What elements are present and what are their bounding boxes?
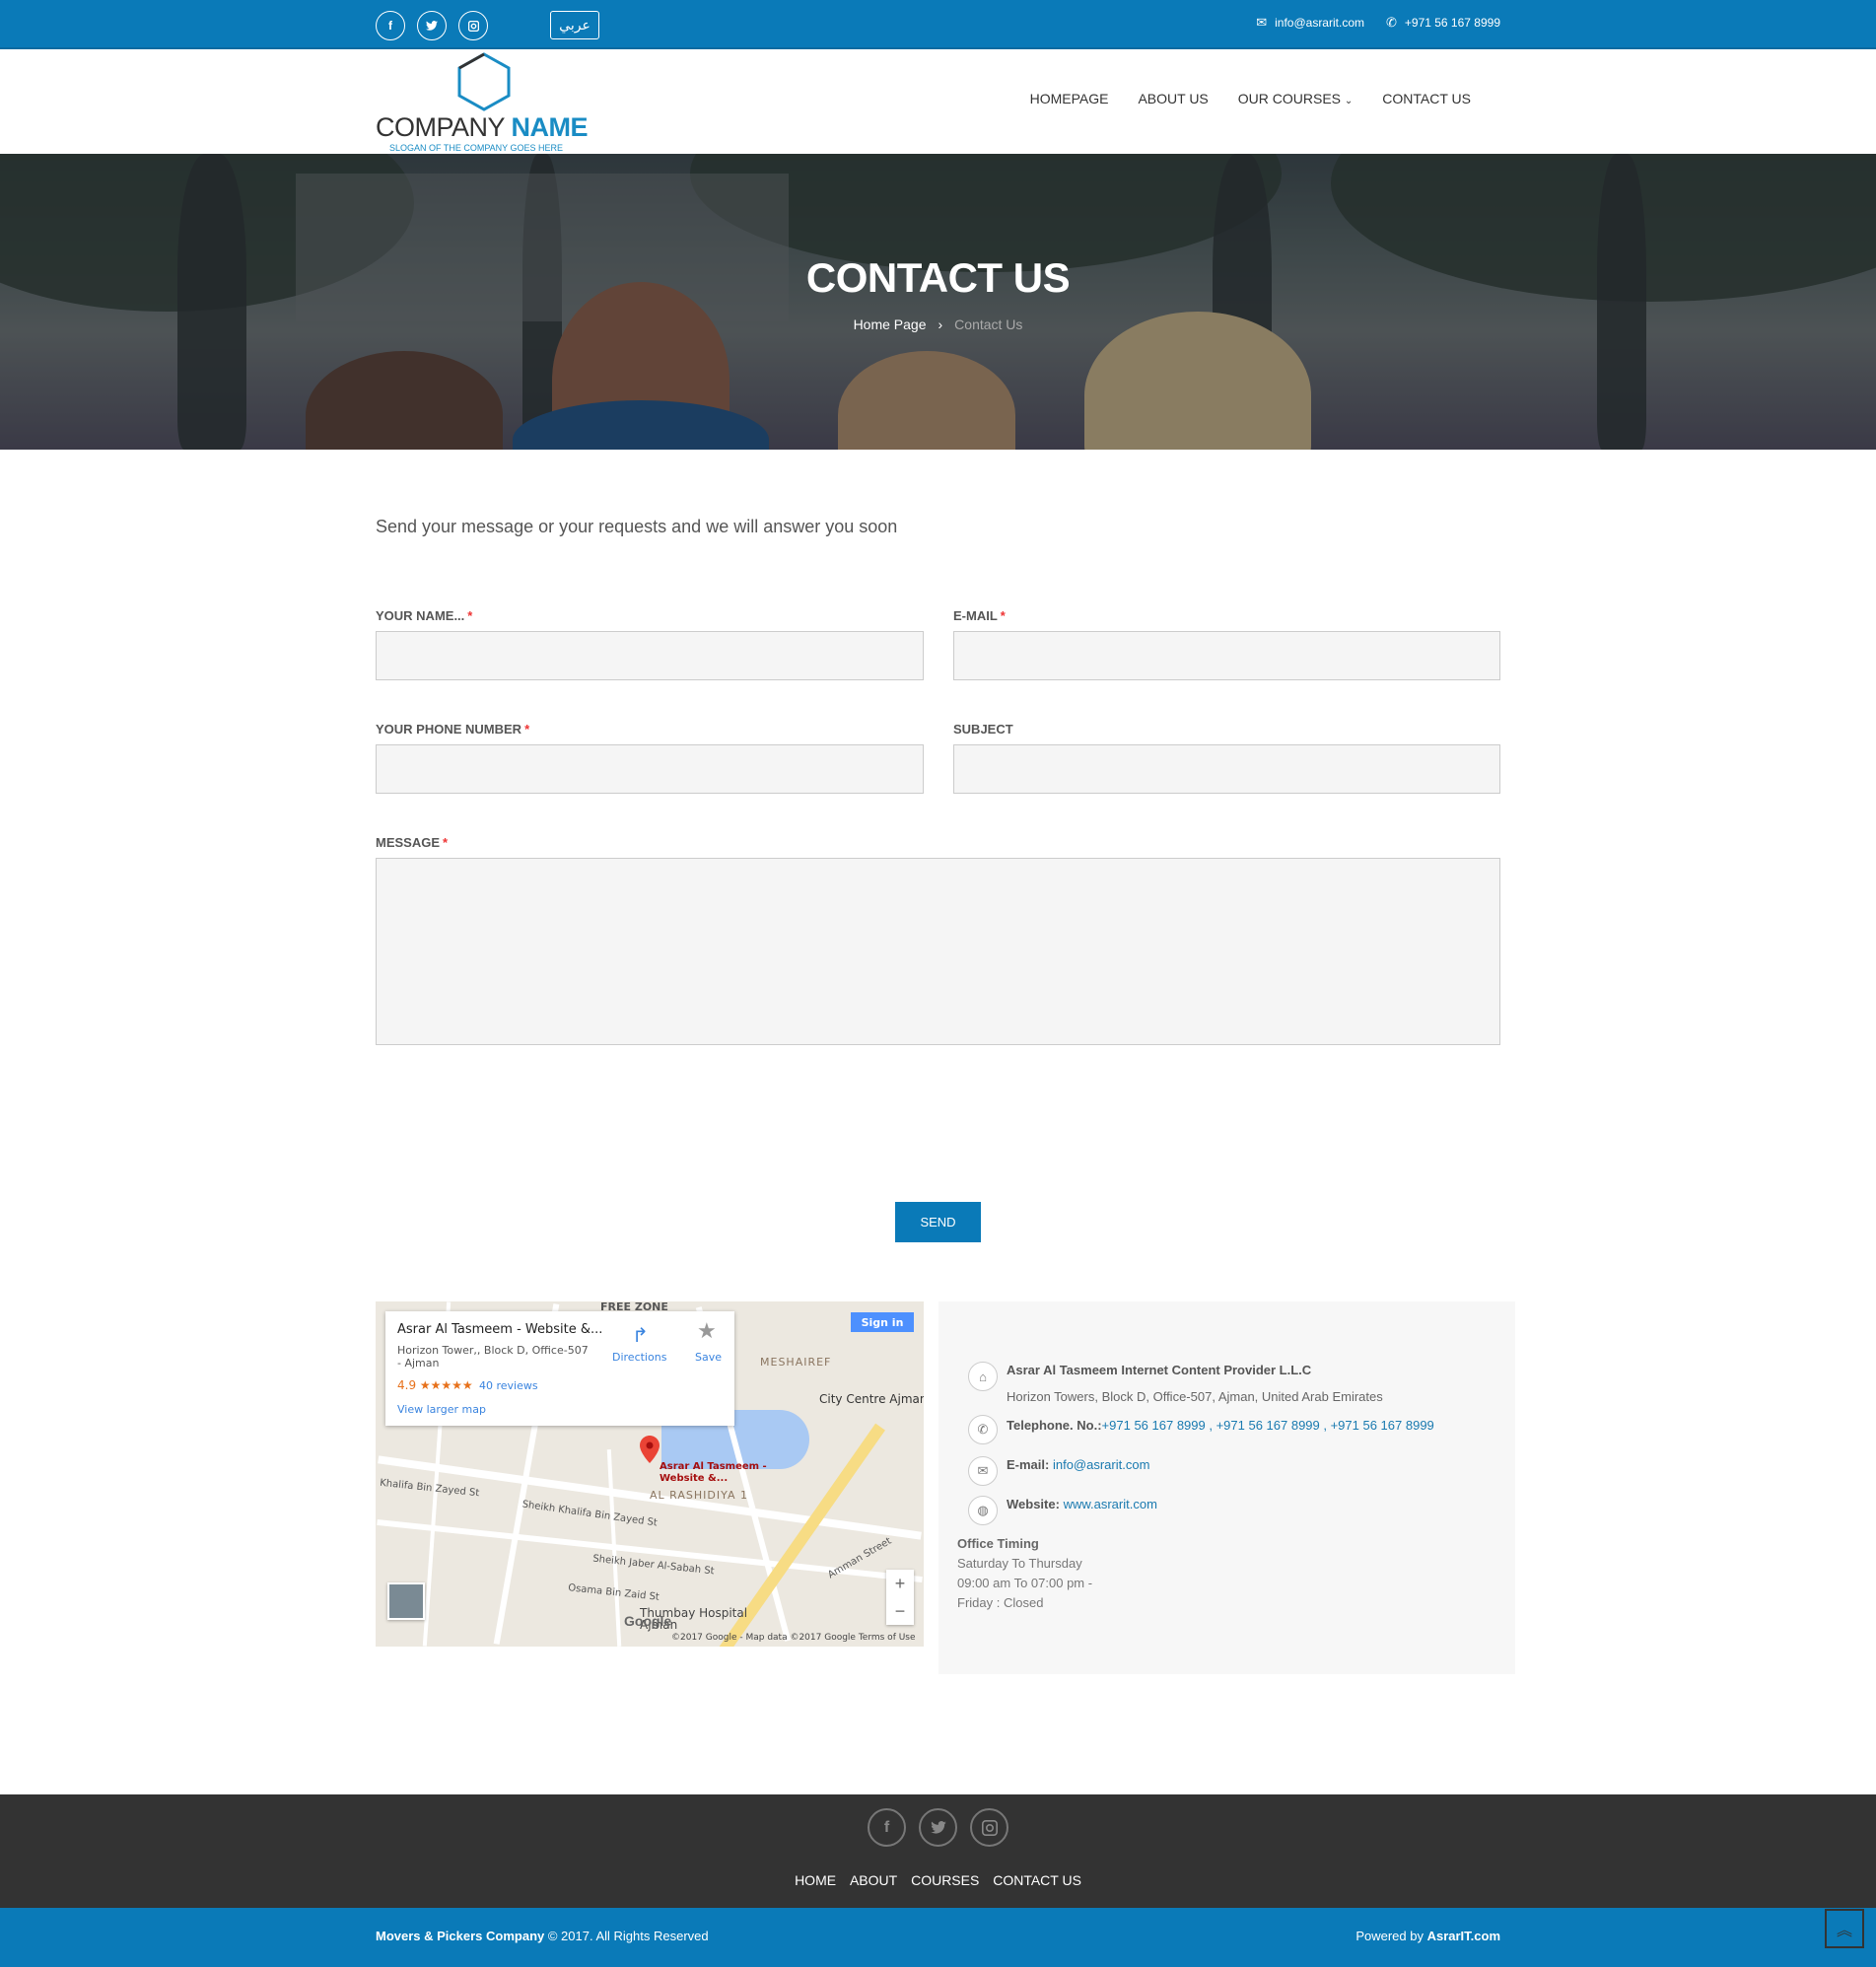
nav-homepage[interactable]: HOMEPAGE xyxy=(1030,91,1109,106)
chevron-down-icon: ⌄ xyxy=(1344,96,1354,106)
footer-social-links: f xyxy=(0,1808,1876,1847)
map-zoom-controls: + − xyxy=(886,1570,914,1625)
facebook-icon[interactable]: f xyxy=(868,1808,906,1847)
map-pin-icon[interactable] xyxy=(640,1436,660,1463)
hero-banner: CONTACT US Home Page › Contact Us xyxy=(0,154,1876,450)
website-line: Website: www.asrarit.com xyxy=(1007,1497,1157,1511)
email-input[interactable] xyxy=(953,631,1500,680)
hexagon-logo-icon xyxy=(457,52,511,111)
map-reviews-link[interactable]: 40 reviews xyxy=(479,1379,538,1392)
phone-input[interactable] xyxy=(376,744,924,794)
globe-icon: ◍ xyxy=(968,1496,998,1525)
breadcrumb-home[interactable]: Home Page xyxy=(854,316,927,332)
footer-link-courses[interactable]: COURSES xyxy=(911,1872,979,1888)
company-logo[interactable]: COMPANY NAME SLOGAN OF THE COMPANY GOES … xyxy=(376,49,592,154)
company-legal-name: Asrar Al Tasmeem Internet Content Provid… xyxy=(1007,1363,1312,1377)
message-textarea[interactable] xyxy=(376,858,1500,1045)
map-label-khalifa2: Sheikh Khalifa Bin Zayed St xyxy=(521,1499,659,1529)
facebook-icon[interactable]: f xyxy=(376,11,405,40)
form-intro: Send your message or your requests and w… xyxy=(376,517,898,536)
company-name: COMPANY NAME xyxy=(376,112,589,142)
map-label-meshaireef: MESHAIREF xyxy=(760,1356,832,1369)
phone-icon: ✆ xyxy=(1385,15,1397,30)
email-label: E-MAIL * xyxy=(953,608,1006,623)
send-button[interactable]: SEND xyxy=(895,1202,981,1242)
breadcrumb-current: Contact Us xyxy=(954,316,1023,332)
powered-by: Powered by AsrarIT.com xyxy=(1355,1929,1500,1943)
map-place-title: Asrar Al Tasmeem - Website &... xyxy=(397,1322,603,1337)
twitter-icon[interactable] xyxy=(417,11,447,40)
nav-our-courses[interactable]: OUR COURSES ⌄ xyxy=(1238,91,1354,106)
satellite-toggle[interactable] xyxy=(387,1582,425,1620)
nav-contact-us[interactable]: CONTACT US xyxy=(1382,91,1471,106)
map-sign-in-button[interactable]: Sign in xyxy=(851,1312,914,1332)
map-place-address: Horizon Tower,, Block D, Office-507 - Aj… xyxy=(397,1344,589,1370)
instagram-icon[interactable] xyxy=(458,11,488,40)
contact-info-box: ⌂ Asrar Al Tasmeem Internet Content Prov… xyxy=(938,1301,1515,1674)
phone-label: YOUR PHONE NUMBER * xyxy=(376,722,530,737)
directions-button[interactable]: Directions xyxy=(612,1351,666,1364)
map-label-city-centre: City Centre Ajman xyxy=(819,1392,924,1406)
top-phone[interactable]: ✆ +971 56 167 8999 xyxy=(1386,15,1500,31)
footer-links: HOME ABOUT COURSES CONTACT US xyxy=(0,1872,1876,1888)
chevron-right-icon: › xyxy=(938,316,943,332)
copyright-text: Movers & Pickers Company © 2017. All Rig… xyxy=(376,1929,709,1943)
footer-link-home[interactable]: HOME xyxy=(795,1872,836,1888)
chevron-double-up-icon: ︽ xyxy=(1836,1923,1852,1939)
envelope-icon: ✉ xyxy=(1256,15,1268,30)
save-button[interactable]: Save xyxy=(695,1351,722,1364)
main-nav: HOMEPAGE ABOUT US OUR COURSES ⌄ CONTACT … xyxy=(1030,91,1471,106)
zoom-out-button[interactable]: − xyxy=(886,1597,914,1625)
page-title: CONTACT US xyxy=(805,254,1071,301)
instagram-icon[interactable] xyxy=(970,1808,1008,1847)
top-social-links: f xyxy=(376,11,488,40)
view-larger-map-link[interactable]: View larger map xyxy=(397,1403,486,1416)
footer-link-about[interactable]: ABOUT xyxy=(850,1872,897,1888)
telephone-line: Telephone. No.:+971 56 167 8999 , +971 5… xyxy=(1007,1418,1434,1433)
directions-icon[interactable]: ↱ xyxy=(632,1323,649,1347)
footer-link-contact[interactable]: CONTACT US xyxy=(993,1872,1081,1888)
back-to-top-button[interactable]: ︽ xyxy=(1825,1909,1864,1948)
google-logo: Google xyxy=(624,1613,672,1629)
top-email[interactable]: ✉ info@asrarit.com xyxy=(1256,15,1364,31)
message-label: MESSAGE * xyxy=(376,835,449,850)
office-timing: Office Timing Saturday To Thursday 09:00… xyxy=(957,1536,1093,1610)
map-place-rating: 4.9 ★★★★★ xyxy=(397,1378,473,1392)
company-address: Horizon Towers, Block D, Office-507, Ajm… xyxy=(1007,1389,1383,1404)
home-icon: ⌂ xyxy=(968,1362,998,1391)
phone-icon: ✆ xyxy=(968,1415,998,1444)
envelope-icon: ✉ xyxy=(968,1456,998,1486)
zoom-in-button[interactable]: + xyxy=(886,1570,914,1597)
site-header: COMPANY NAME SLOGAN OF THE COMPANY GOES … xyxy=(0,49,1876,154)
map-legal-text[interactable]: ©2017 Google - Map data ©2017 Google Ter… xyxy=(671,1633,916,1643)
site-footer: f HOME ABOUT COURSES CONTACT US xyxy=(0,1794,1876,1908)
top-contact-info: ✉ info@asrarit.com ✆ +971 56 167 8999 xyxy=(1256,15,1500,31)
copyright-bar: Movers & Pickers Company © 2017. All Rig… xyxy=(0,1908,1876,1967)
breadcrumb: Home Page › Contact Us xyxy=(0,316,1876,332)
email-line: E-mail: info@asrarit.com xyxy=(1007,1457,1150,1472)
top-bar: f عربي ✉ info@asrarit.com ✆ +971 56 167 89… xyxy=(0,0,1876,49)
google-map[interactable]: FREE ZONE MESHAIREF City Centre Ajman AL… xyxy=(376,1301,924,1647)
map-label-rashidiya: AL RASHIDIYA 1 xyxy=(650,1489,748,1502)
language-switch-button[interactable]: عربي xyxy=(550,11,599,39)
twitter-icon[interactable] xyxy=(919,1808,957,1847)
company-slogan: SLOGAN OF THE COMPANY GOES HERE xyxy=(389,143,564,153)
star-icon[interactable]: ★ xyxy=(697,1319,717,1344)
name-input[interactable] xyxy=(376,631,924,680)
subject-input[interactable] xyxy=(953,744,1500,794)
name-label: YOUR NAME... * xyxy=(376,608,473,623)
subject-label: SUBJECT xyxy=(953,722,1013,737)
nav-about-us[interactable]: ABOUT US xyxy=(1138,91,1208,106)
map-place-card: Asrar Al Tasmeem - Website &... Horizon … xyxy=(385,1311,734,1426)
map-label-khalifa1: Khalifa Bin Zayed St xyxy=(379,1477,480,1500)
map-label-pin: Asrar Al Tasmeem - Website &... xyxy=(660,1461,767,1484)
